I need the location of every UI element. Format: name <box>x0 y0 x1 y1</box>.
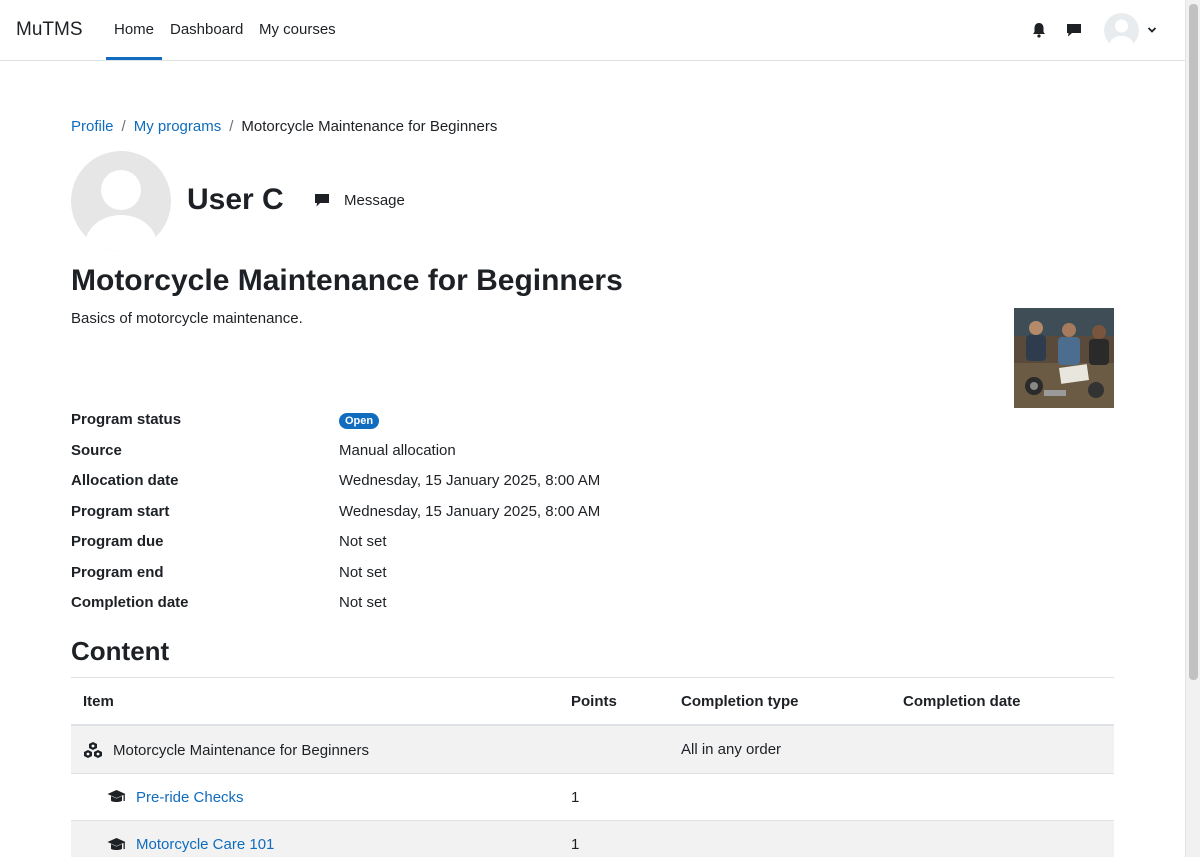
graduation-cap-icon <box>107 837 126 850</box>
breadcrumb-separator: / <box>121 118 126 135</box>
detail-value: Wednesday, 15 January 2025, 8:00 AM <box>339 502 601 520</box>
detail-label: Completion date <box>71 594 189 611</box>
points-cell: 1 <box>571 836 580 853</box>
item-cell: Motorcycle Care 101 <box>107 836 274 853</box>
content-table: Item Points Completion type Completion d… <box>71 677 1114 857</box>
detail-label: Program due <box>71 533 164 550</box>
item-cell: Pre-ride Checks <box>107 789 244 806</box>
column-header-item: Item <box>83 693 114 710</box>
table-header-row: Item Points Completion type Completion d… <box>71 678 1114 726</box>
content-heading: Content <box>71 636 170 666</box>
notification-bell-icon[interactable] <box>1030 21 1048 39</box>
detail-value: Not set <box>339 563 387 581</box>
breadcrumb-my-programs[interactable]: My programs <box>134 118 222 135</box>
page-scrollbar[interactable] <box>1185 0 1200 857</box>
messages-icon[interactable] <box>1065 21 1083 39</box>
detail-value: Open <box>339 411 380 429</box>
detail-value: Not set <box>339 533 387 550</box>
detail-row-status: Program status Open <box>71 407 771 438</box>
breadcrumb-profile[interactable]: Profile <box>71 118 114 135</box>
program-title: Motorcycle Maintenance for Beginners <box>71 264 623 297</box>
user-avatar-icon <box>85 170 157 251</box>
detail-row-program-end: Program end Not set <box>71 560 771 591</box>
nav-my-courses[interactable]: My courses <box>259 21 336 38</box>
site-brand[interactable]: MuTMS <box>16 19 83 41</box>
item-cell: Motorcycle Maintenance for Beginners <box>83 741 369 759</box>
table-row: Pre-ride Checks 1 <box>71 774 1114 821</box>
points-cell: 1 <box>571 788 580 806</box>
program-description: Basics of motorcycle maintenance. <box>71 310 303 327</box>
program-image <box>1014 308 1114 408</box>
breadcrumb-current: Motorcycle Maintenance for Beginners <box>241 118 498 135</box>
column-header-completion-type: Completion type <box>681 693 799 710</box>
breadcrumb: Profile / My programs / Motorcycle Maintenan… <box>71 118 497 135</box>
item-name: Motorcycle Maintenance for Beginners <box>113 741 369 759</box>
program-photo-icon <box>1014 308 1114 408</box>
message-button-label: Message <box>344 191 405 209</box>
chevron-down-icon[interactable] <box>1146 24 1158 36</box>
nav-dashboard[interactable]: Dashboard <box>170 21 243 38</box>
column-header-points: Points <box>571 693 617 710</box>
user-avatar-icon <box>1109 19 1134 48</box>
detail-label: Source <box>71 441 122 459</box>
nav-home[interactable]: Home <box>114 21 154 38</box>
message-icon <box>315 194 329 207</box>
course-link-motorcycle-care-101[interactable]: Motorcycle Care 101 <box>136 836 274 853</box>
detail-row-program-due: Program due Not set <box>71 529 771 560</box>
scrollbar-thumb[interactable] <box>1189 4 1198 680</box>
cubes-icon <box>84 742 102 758</box>
message-button[interactable]: Message <box>314 190 405 210</box>
detail-label: Program end <box>71 563 164 581</box>
breadcrumb-separator: / <box>229 118 234 135</box>
user-full-name: User C <box>187 183 284 216</box>
detail-label: Program start <box>71 502 170 520</box>
profile-avatar <box>71 151 171 251</box>
user-menu-avatar[interactable] <box>1104 13 1139 48</box>
detail-value: Manual allocation <box>339 441 456 459</box>
detail-row-allocation-date: Allocation date Wednesday, 15 January 20… <box>71 468 771 499</box>
detail-row-completion-date: Completion date Not set <box>71 590 771 621</box>
completion-type-cell: All in any order <box>681 741 782 758</box>
graduation-cap-icon <box>107 790 126 802</box>
detail-label: Allocation date <box>71 472 179 489</box>
column-header-completion-date: Completion date <box>903 693 1021 710</box>
detail-label: Program status <box>71 411 182 428</box>
detail-row-source: Source Manual allocation <box>71 438 771 469</box>
active-nav-indicator <box>106 57 162 60</box>
table-row: Motorcycle Care 101 1 <box>71 821 1114 857</box>
top-navbar: MuTMS Home Dashboard My courses <box>0 0 1185 61</box>
course-link-pre-ride-checks[interactable]: Pre-ride Checks <box>136 789 244 806</box>
detail-value: Not set <box>339 594 387 611</box>
program-details: Program status Open Source Manual alloca… <box>71 407 771 621</box>
table-row: Motorcycle Maintenance for Beginners All… <box>71 726 1114 774</box>
status-badge: Open <box>339 413 380 429</box>
detail-value: Wednesday, 15 January 2025, 8:00 AM <box>339 472 601 489</box>
detail-row-program-start: Program start Wednesday, 15 January 2025… <box>71 499 771 530</box>
